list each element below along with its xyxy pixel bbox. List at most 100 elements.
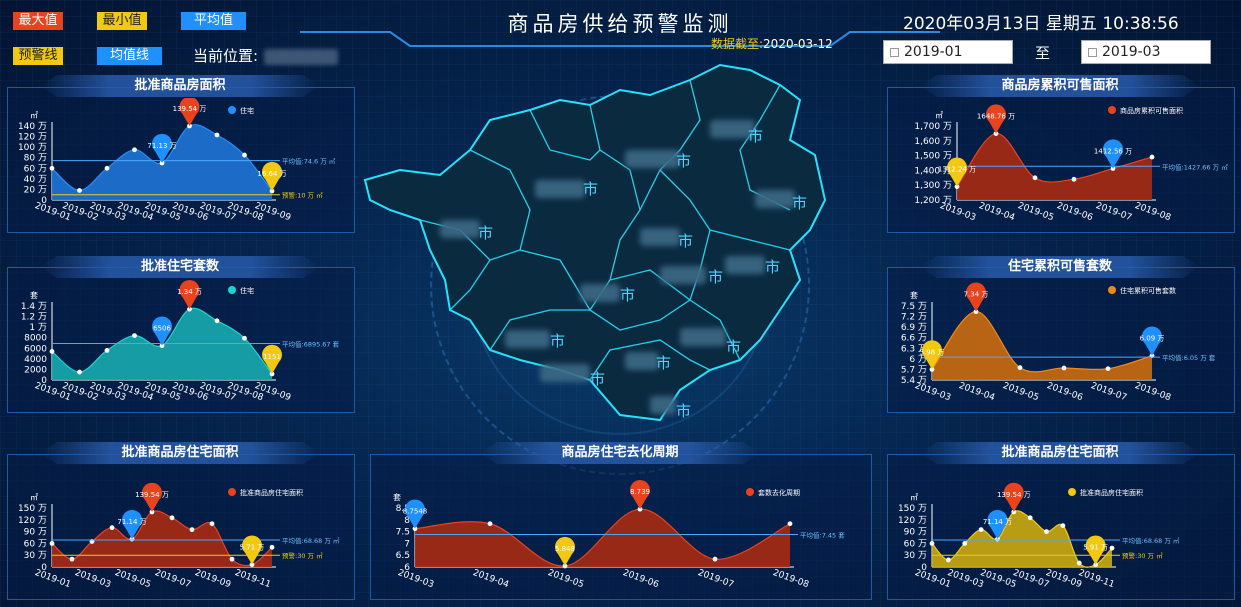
legend-dot xyxy=(228,106,236,114)
x-tick-label: 2019-05 xyxy=(979,568,1018,590)
date-separator: 至 xyxy=(1035,44,1051,62)
x-tick-label: 2019-03 xyxy=(913,381,952,403)
map-label: 市 xyxy=(678,232,694,250)
chart-approved-residential-units[interactable]: 套住宅1.4 万1.2 万1 万800060004000200002019-01… xyxy=(7,278,355,413)
max-pin-label: 139.54 万 xyxy=(135,491,169,499)
avg-label: 平均值:1427.66 万 ㎡ xyxy=(1162,162,1228,171)
date-from-input[interactable]: 2019-01 xyxy=(883,40,1013,64)
map-redacted xyxy=(505,330,550,348)
panel-title: 商品房累积可售面积 xyxy=(920,75,1200,97)
data-point xyxy=(1017,365,1023,371)
y-tick-label: 60 万 xyxy=(24,539,47,549)
x-tick-label: 2019-05 xyxy=(1016,201,1055,223)
x-tick-label: 2019-05 xyxy=(113,568,152,590)
map-redacted xyxy=(680,328,726,346)
legend-label: 套数去化周期 xyxy=(758,488,800,497)
map-redacted xyxy=(640,228,680,246)
x-tick-label: 2019-07 xyxy=(153,568,192,590)
legend-avg-button[interactable]: 平均值 xyxy=(181,12,246,30)
y-tick-label: 90 万 xyxy=(904,528,927,538)
map-label: 市 xyxy=(583,180,599,198)
chart-cumulative-saleable-area[interactable]: ㎡商品房累积可售面积1,700 万1,600 万1,500 万1,400 万1,… xyxy=(887,98,1235,233)
max-pin-label: 8.739 xyxy=(630,488,650,496)
map-label: 市 xyxy=(792,194,808,212)
data-point xyxy=(1032,175,1038,181)
min-pin-label: 71.14 万 xyxy=(117,518,146,526)
avg-label: 平均值:68.68 万 ㎡ xyxy=(1122,536,1180,545)
data-point xyxy=(269,544,275,550)
legend-label: 商品房累积可售面积 xyxy=(1120,106,1183,115)
chart-approved-residential-area-right[interactable]: ㎡批准商品房住宅面积150 万120 万90 万60 万30 万02019-01… xyxy=(887,465,1235,600)
data-point xyxy=(242,335,247,341)
warn-label: 预警:30 万 ㎡ xyxy=(282,551,323,560)
legend-dot xyxy=(1108,286,1116,294)
legend-min-button[interactable]: 最小值 xyxy=(97,12,147,30)
x-tick-label: 2019-07 xyxy=(1094,201,1133,223)
page-title: 商品房供给预警监测 xyxy=(507,12,733,36)
legend-dot xyxy=(1068,488,1076,496)
chart-cumulative-saleable-units[interactable]: 套住宅累积可售套数7.5 万7.2 万6.9 万6.6 万6.3 万6 万5.7… xyxy=(887,278,1235,413)
y-tick-label: 6000 xyxy=(24,344,47,354)
panel-title: 批准商品房面积 xyxy=(40,75,320,97)
x-tick-label: 2019-08 xyxy=(1133,381,1172,403)
date-to-input[interactable]: 2019-03 xyxy=(1081,40,1211,64)
y-tick-label: 6.6 万 xyxy=(901,334,927,344)
y-tick-label: 1.4 万 xyxy=(21,302,47,312)
map-label: 市 xyxy=(748,127,764,145)
map-redacted xyxy=(650,396,676,414)
map-redacted xyxy=(755,190,795,208)
map-redacted xyxy=(660,266,706,284)
map-label: 市 xyxy=(726,338,742,356)
y-tick-label: 1,300 万 xyxy=(914,181,952,191)
chart-unit: 套 xyxy=(393,492,401,502)
y-tick-label: 120 万 xyxy=(18,133,47,143)
chart-approved-commercial-area[interactable]: ㎡住宅140 万120 万100 万80 万60 万40 万20 万02019-… xyxy=(7,98,355,233)
data-point xyxy=(1060,523,1066,529)
data-point xyxy=(209,521,215,527)
y-tick-label: 60 万 xyxy=(24,164,47,174)
map-label: 市 xyxy=(708,268,724,286)
x-tick-label: 2019-01 xyxy=(33,568,72,590)
calendar-icon xyxy=(1088,48,1097,57)
warn-pin-label: 5.98 万 xyxy=(920,348,945,356)
y-tick-label: 7.2 万 xyxy=(901,313,927,323)
map-label: 市 xyxy=(656,354,672,372)
max-pin: 139.54 万 xyxy=(173,98,206,126)
date-from-value: 2019-01 xyxy=(904,44,963,60)
chart-residential-destocking-cycle[interactable]: 套套数去化周期8.587.576.562019-03 2019-04 2019-05… xyxy=(370,465,872,600)
data-point xyxy=(109,525,115,531)
max-pin: 1.34 万 xyxy=(177,280,202,310)
min-pin: 6.09 万 xyxy=(1140,326,1165,356)
data-point xyxy=(214,318,220,324)
y-tick-label: 140 万 xyxy=(18,122,47,132)
position-value-redacted xyxy=(264,48,339,65)
x-tick-label: 2019-08 xyxy=(1133,201,1172,223)
position-label: 当前位置: xyxy=(193,47,259,65)
warn-pin-label: 1312.24 万 xyxy=(938,166,976,174)
panel-title: 批准住宅套数 xyxy=(40,256,320,278)
series-area xyxy=(932,311,1152,380)
y-tick-label: 20 万 xyxy=(24,185,47,195)
warn-pin-label: 5.71 万 xyxy=(240,544,265,552)
y-tick-label: 1.2 万 xyxy=(21,313,47,323)
x-tick-label: 2019-03 xyxy=(938,201,977,223)
y-tick-label: 150 万 xyxy=(898,504,927,514)
data-point xyxy=(242,152,247,158)
warn-pin: 5.848 xyxy=(555,536,575,567)
max-pin-label: 7.34 万 xyxy=(964,291,989,299)
x-tick-label: 2019-05 xyxy=(1001,381,1040,403)
x-tick-label: 2019-03 xyxy=(946,568,985,590)
y-tick-label: 1 万 xyxy=(29,323,47,333)
legend-warn-line-button[interactable]: 预警线 xyxy=(13,47,63,65)
legend-avg-line-button[interactable]: 均值线 xyxy=(97,47,162,65)
data-point xyxy=(962,541,968,546)
x-tick-label: 2019-04 xyxy=(471,568,510,590)
y-tick-label: 30 万 xyxy=(24,551,47,561)
legend-max-button[interactable]: 最大值 xyxy=(13,12,63,30)
data-point xyxy=(169,515,175,521)
data-point xyxy=(929,541,935,546)
chart-approved-residential-area[interactable]: ㎡批准商品房住宅面积150 万120 万90 万60 万30 万02019-01… xyxy=(7,465,355,600)
min-pin-label: 6.09 万 xyxy=(1140,335,1165,343)
data-point xyxy=(132,333,137,338)
x-tick-label: 2019-04 xyxy=(977,201,1016,223)
